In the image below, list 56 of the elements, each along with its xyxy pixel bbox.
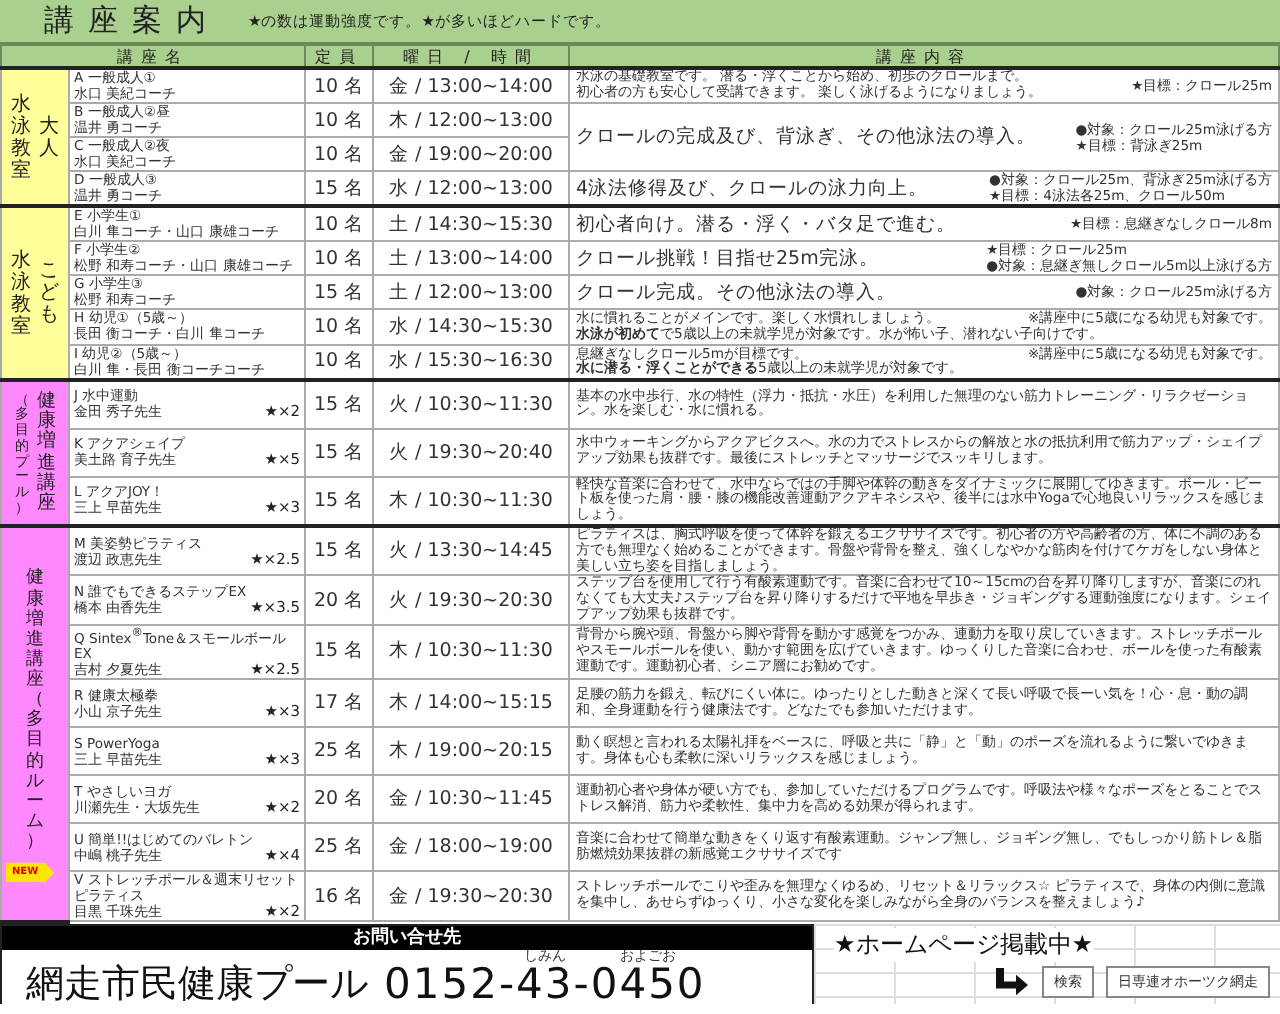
capacity-cell: 20 名 (305, 775, 373, 824)
capacity-cell: 20 名 (305, 575, 373, 625)
capacity-cell: 10 名 (305, 241, 373, 275)
schedule-cell: 木 / 10:30~11:30 (373, 624, 569, 680)
phone-number: 0450 (590, 963, 706, 1006)
schedule-cell: 木 / 19:00~20:15 (373, 727, 569, 776)
capacity-cell: 10 名 (305, 137, 373, 171)
schedule-cell: 金 / 18:00~19:00 (373, 823, 569, 872)
schedule-cell: 木 / 14:00~15:15 (373, 679, 569, 728)
arrow-icon (994, 967, 1030, 996)
schedule-cell: 金 / 13:00~14:00 (373, 68, 569, 103)
schedule-cell: 木 / 12:00~13:00 (373, 103, 569, 137)
category-label: 大人 (39, 113, 59, 163)
contact-heading: お問い合せ先 (2, 925, 812, 950)
column-header: 講座名 (1, 45, 305, 68)
capacity-cell: 15 名 (305, 526, 373, 576)
capacity-cell: 15 名 (305, 380, 373, 429)
course-description: 4泳法修得及び、クロールの泳力向上。 (576, 177, 931, 199)
capacity-cell: 10 名 (305, 206, 373, 241)
capacity-cell: 25 名 (305, 727, 373, 776)
category-label: こども (39, 258, 59, 331)
column-header: 講座内容 (569, 45, 1279, 68)
phone-number: 43 (516, 963, 574, 1006)
capacity-cell: 10 名 (305, 103, 373, 137)
phone-number: - (573, 963, 591, 1006)
schedule-cell: 土 / 13:00~14:00 (373, 241, 569, 275)
course-description: クロール挑戦！目指せ25m完泳。 (576, 247, 881, 269)
schedule-cell: 火 / 13:30~14:45 (373, 526, 569, 576)
schedule-cell: 土 / 12:00~13:00 (373, 275, 569, 309)
course-description: クロール完成。その他泳法の導入。 (576, 281, 898, 303)
course-description: 初心者向け。潜る・浮く・バタ足で進む。 (576, 213, 958, 235)
capacity-cell: 10 名 (305, 309, 373, 345)
schedule-cell: 金 / 10:30~11:45 (373, 775, 569, 824)
page-title: 講座案内 (44, 2, 220, 40)
schedule-cell: 金 / 19:30~20:30 (373, 871, 569, 922)
schedule-cell: 火 / 19:30~20:40 (373, 428, 569, 477)
capacity-cell: 15 名 (305, 275, 373, 309)
facility-name: 網走市民健康プール (26, 963, 368, 1006)
capacity-cell: 15 名 (305, 428, 373, 477)
column-header: 曜日 / 時間 (373, 45, 569, 68)
category-label: 健康増進講座 (36, 387, 56, 519)
homepage-banner: ★ホームページ掲載中★ (834, 927, 1094, 962)
category-label: 健康増進講座（多目的ルーム） (25, 564, 45, 857)
schedule-cell: 土 / 14:30~15:30 (373, 206, 569, 241)
capacity-cell: 17 名 (305, 679, 373, 728)
capacity-cell: 10 名 (305, 68, 373, 103)
capacity-cell: 25 名 (305, 823, 373, 872)
capacity-cell: 15 名 (305, 624, 373, 680)
schedule-cell: 火 / 19:30~20:30 (373, 575, 569, 625)
schedule-cell: 水 / 14:30~15:30 (373, 309, 569, 345)
category-label: 水泳教室 (11, 91, 31, 185)
schedule-cell: 火 / 10:30~11:30 (373, 380, 569, 429)
phone-number: 0152- (384, 963, 517, 1006)
capacity-cell: 16 名 (305, 871, 373, 922)
category-label: 水泳教室 (11, 247, 31, 342)
course-description: クロールの完成及び、背泳ぎ、その他泳法の導入。 (576, 126, 1038, 148)
